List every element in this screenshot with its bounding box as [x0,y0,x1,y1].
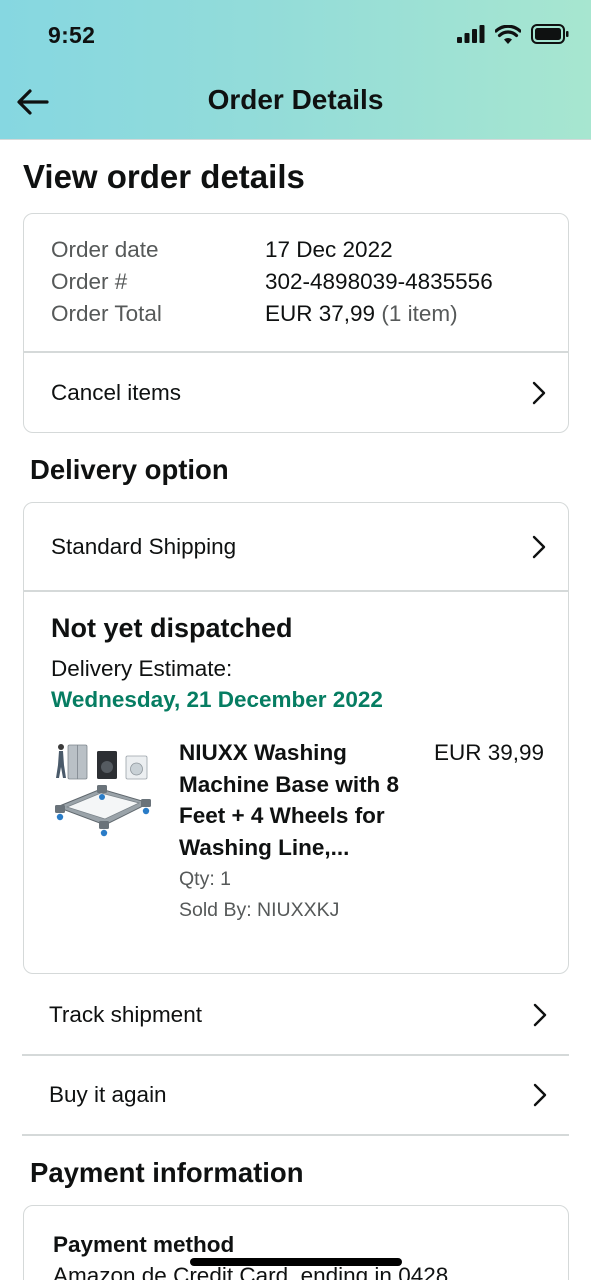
status-icons [457,24,569,44]
cancel-items-label: Cancel items [51,379,182,405]
delivery-estimate-label: Delivery Estimate: [51,656,233,681]
product-seller: Sold By: NIUXXKJ [179,899,340,921]
buy-it-again-button[interactable]: Buy it again [22,1056,569,1134]
shipment-status: Not yet dispatched [51,613,293,643]
order-summary-card: Order date 17 Dec 2022 Order # 302-48980… [23,213,569,433]
track-shipment-button[interactable]: Track shipment [22,976,569,1054]
status-time: 9:52 [48,22,96,48]
product-price: EUR 39,99 [433,740,544,765]
battery-icon [531,24,569,44]
chevron-right-icon [533,1003,547,1027]
chevron-right-icon [532,535,546,558]
payment-method-heading: Payment method [53,1232,235,1257]
cancel-items-button[interactable]: Cancel items [24,353,568,432]
order-summary-rows: Order date 17 Dec 2022 Order # 302-48980… [51,234,493,330]
order-number-label: Order # [51,269,128,294]
product-quantity: Qty: 1 [179,868,232,890]
track-shipment-label: Track shipment [49,1002,202,1027]
shipping-option-label: Standard Shipping [51,533,237,559]
page-title: View order details [23,158,305,195]
order-item-count: (1 item) [381,301,458,326]
order-date-value: 17 Dec 2022 [265,237,393,262]
wifi-icon [495,24,521,44]
payment-section-title: Payment information [30,1157,304,1188]
order-total-label: Order Total [51,301,162,326]
divider [22,1134,569,1136]
delivery-estimate-date: Wednesday, 21 December 2022 [51,687,383,712]
order-total-row: Order Total EUR 37,99 (1 item) [51,298,493,330]
order-number-value: 302-4898039-4835556 [265,269,493,294]
order-date-row: Order date 17 Dec 2022 [51,234,493,266]
home-indicator [190,1258,402,1266]
signal-icon [457,25,485,43]
product-image[interactable] [51,741,155,845]
delivery-section-title: Delivery option [30,454,229,485]
order-date-label: Order date [51,237,159,262]
divider [24,590,568,592]
order-total-amount: EUR 37,99 [265,301,376,326]
standard-shipping-button[interactable]: Standard Shipping [24,503,568,590]
app-header: 9:52 Order Details [0,0,591,140]
order-number-row: Order # 302-4898039-4835556 [51,266,493,298]
order-total-value: EUR 37,99 (1 item) [265,298,458,330]
buy-it-again-label: Buy it again [49,1082,167,1107]
header-title: Order Details [207,84,384,115]
chevron-right-icon [533,1083,547,1107]
delivery-card: Standard Shipping Not yet dispatched Del… [23,502,569,974]
product-title-link[interactable]: NIUXX Washing Machine Base with 8 Feet +… [179,737,419,863]
payment-card: Payment method Amazon.de Credit Card, en… [23,1205,569,1280]
chevron-right-icon [532,381,546,404]
